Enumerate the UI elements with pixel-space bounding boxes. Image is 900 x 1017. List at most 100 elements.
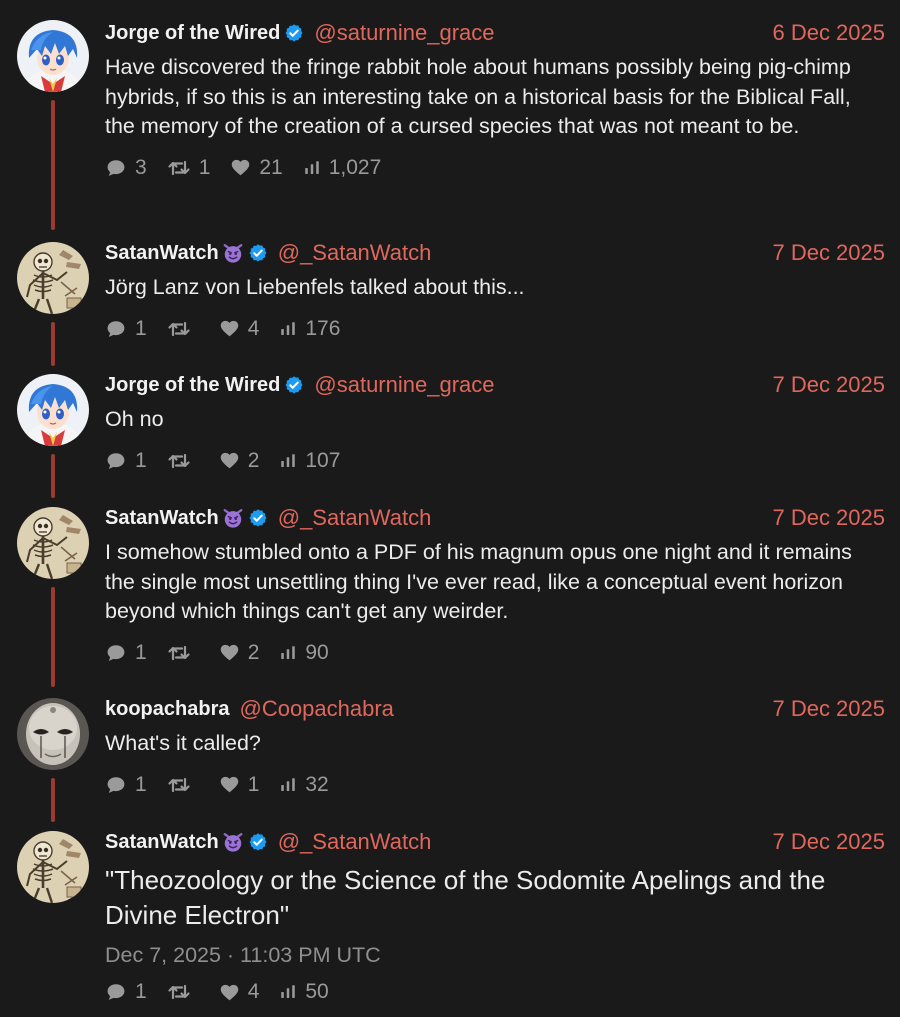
- author-name[interactable]: SatanWatch: [105, 507, 219, 530]
- verified-badge-icon: [248, 832, 268, 852]
- tweet-actions: 1 2 90: [105, 639, 885, 667]
- retweet-button[interactable]: [167, 317, 199, 341]
- reply-count: 1: [135, 448, 147, 472]
- author-name[interactable]: koopachabra: [105, 698, 229, 721]
- bar-chart-icon: [279, 644, 297, 662]
- reply-button[interactable]: 1: [105, 773, 147, 797]
- like-count: 21: [259, 155, 283, 179]
- retweet-icon: [167, 980, 191, 1004]
- tweet-actions: 1 4 50: [105, 978, 885, 1006]
- author-handle[interactable]: @saturnine_grace: [314, 20, 494, 46]
- bar-chart-icon: [279, 983, 297, 1001]
- avatar[interactable]: [17, 831, 89, 903]
- tweet-text: I somehow stumbled onto a PDF of his mag…: [105, 540, 852, 623]
- view-count: 90: [305, 640, 329, 664]
- avatar[interactable]: [17, 242, 89, 314]
- retweet-button[interactable]: 1: [167, 156, 210, 180]
- retweet-icon: [167, 317, 191, 341]
- like-button[interactable]: 21: [230, 155, 283, 180]
- like-button[interactable]: 1: [219, 772, 260, 797]
- thread-connector: [51, 778, 55, 822]
- retweet-icon: [167, 641, 191, 665]
- heart-icon: [230, 157, 251, 178]
- views-button[interactable]: 1,027: [303, 155, 382, 180]
- reply-button[interactable]: 1: [105, 641, 147, 665]
- avatar[interactable]: [17, 698, 89, 770]
- speech-bubble-icon: [105, 318, 127, 340]
- author-handle[interactable]: @_SatanWatch: [278, 240, 432, 266]
- speech-bubble-icon: [105, 157, 127, 179]
- retweet-button[interactable]: [167, 641, 199, 665]
- tweet-actions: 1 2 107: [105, 447, 885, 475]
- like-button[interactable]: 4: [219, 980, 260, 1004]
- views-button[interactable]: 90: [279, 640, 329, 665]
- retweet-button[interactable]: [167, 980, 199, 1004]
- bar-chart-icon: [279, 452, 297, 470]
- avatar[interactable]: [17, 20, 89, 92]
- tweet-date[interactable]: 7 Dec 2025: [772, 370, 885, 400]
- view-count: 1,027: [328, 155, 382, 179]
- view-count: 107: [305, 448, 341, 472]
- speech-bubble-icon: [105, 981, 127, 1003]
- tweet-date[interactable]: 7 Dec 2025: [772, 694, 885, 724]
- retweet-button[interactable]: [167, 449, 199, 473]
- smiling-imp-emoji-icon: [222, 242, 244, 264]
- like-count: 2: [247, 640, 260, 664]
- like-count: 4: [247, 316, 260, 340]
- reply-count: 1: [135, 640, 147, 664]
- tweet-actions: 3 1 21 1,027: [105, 154, 885, 182]
- reply-button[interactable]: 1: [105, 980, 147, 1004]
- views-button[interactable]: 32: [279, 772, 329, 797]
- tweet-timestamp[interactable]: Dec 7, 2025 · 11:03 PM UTC: [105, 943, 885, 968]
- tweet-text: Have discovered the fringe rabbit hole a…: [105, 55, 851, 138]
- reply-button[interactable]: 1: [105, 317, 147, 341]
- tweet-date[interactable]: 7 Dec 2025: [772, 827, 885, 857]
- retweet-icon: [167, 773, 191, 797]
- view-count: 50: [305, 980, 329, 1003]
- author-handle[interactable]: @_SatanWatch: [278, 505, 432, 531]
- views-button[interactable]: 50: [279, 980, 329, 1004]
- like-button[interactable]: 2: [219, 449, 259, 473]
- like-button[interactable]: 2: [219, 640, 260, 665]
- reply-count: 1: [135, 772, 147, 796]
- tweet-actions: 1 1 32: [105, 771, 885, 799]
- avatar[interactable]: [17, 507, 89, 579]
- smiling-imp-emoji-icon: [222, 831, 244, 853]
- tweet-text: Jörg Lanz von Liebenfels talked about th…: [105, 275, 525, 299]
- avatar[interactable]: [17, 374, 89, 446]
- reply-count: 1: [135, 316, 147, 340]
- thread-connector: [51, 322, 55, 366]
- tweet-date[interactable]: 7 Dec 2025: [772, 238, 885, 268]
- like-button[interactable]: 4: [219, 316, 260, 341]
- heart-icon: [219, 450, 240, 471]
- like-count: 4: [247, 980, 260, 1003]
- tweet-date[interactable]: 6 Dec 2025: [772, 18, 885, 48]
- views-button[interactable]: 107: [279, 449, 340, 473]
- speech-bubble-icon: [105, 774, 127, 796]
- heart-icon: [219, 318, 240, 339]
- retweet-icon: [167, 156, 191, 180]
- author-handle[interactable]: @_SatanWatch: [278, 829, 432, 855]
- like-count: 1: [247, 772, 260, 796]
- heart-icon: [219, 642, 240, 663]
- smiling-imp-emoji-icon: [222, 507, 244, 529]
- view-count: 32: [305, 772, 329, 796]
- retweet-button[interactable]: [167, 773, 199, 797]
- tweet-date[interactable]: 7 Dec 2025: [772, 503, 885, 533]
- tweet-text: "Theozoology or the Science of the Sodom…: [105, 865, 826, 930]
- views-button[interactable]: 176: [279, 317, 340, 341]
- author-name[interactable]: SatanWatch: [105, 831, 219, 854]
- verified-badge-icon: [284, 23, 304, 43]
- author-handle[interactable]: @saturnine_grace: [314, 372, 494, 398]
- reply-count: 1: [135, 980, 147, 1003]
- author-name[interactable]: Jorge of the Wired: [105, 22, 280, 45]
- author-handle[interactable]: @Coopachabra: [239, 696, 393, 722]
- reply-thread: Jorge of the Wired @saturnine_grace 6 De…: [0, 0, 900, 1017]
- author-name[interactable]: SatanWatch: [105, 242, 219, 265]
- reply-button[interactable]: 1: [105, 449, 147, 473]
- bar-chart-icon: [279, 320, 297, 338]
- verified-badge-icon: [248, 243, 268, 263]
- reply-button[interactable]: 3: [105, 156, 147, 180]
- author-name[interactable]: Jorge of the Wired: [105, 374, 280, 397]
- heart-icon: [219, 774, 240, 795]
